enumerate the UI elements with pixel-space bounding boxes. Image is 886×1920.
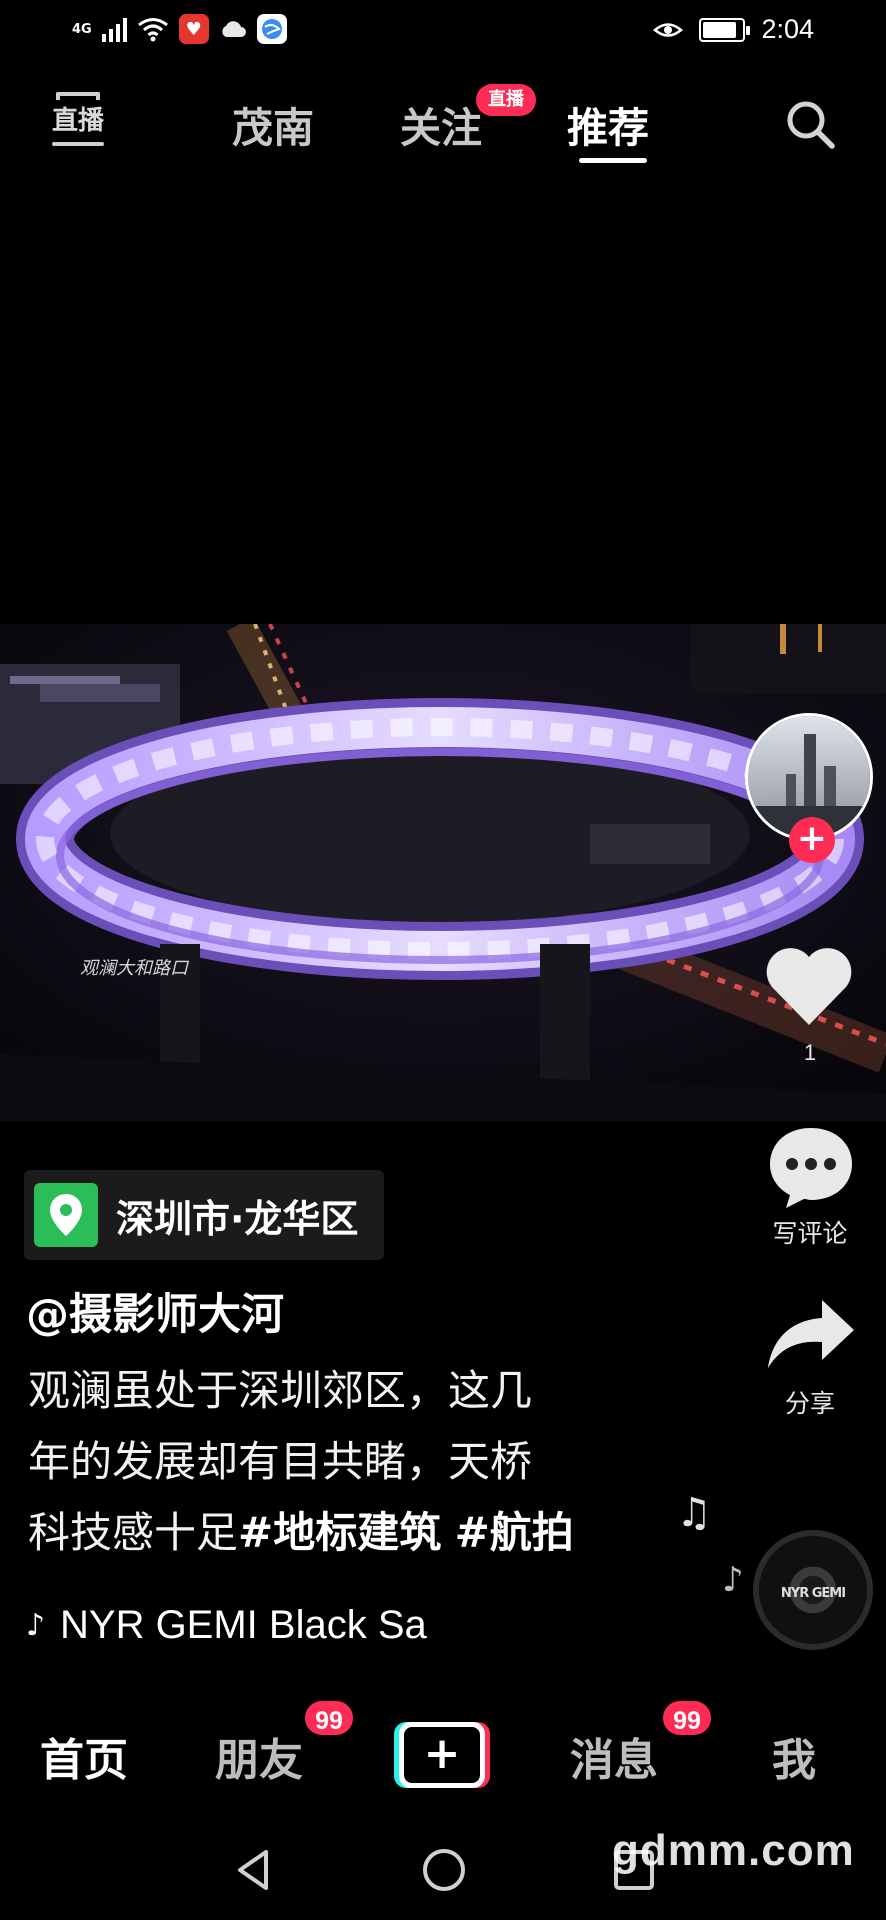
hashtag-link[interactable]: #地标建筑 (238, 1508, 441, 1557)
eye-care-icon (653, 22, 684, 37)
comment-label: 写评论 (772, 1219, 848, 1248)
author-avatar-group[interactable]: + (745, 713, 877, 863)
top-nav: 直播 茂南 关注 直播 推荐 (0, 66, 886, 176)
tab-friends[interactable]: 朋友 (215, 1724, 303, 1788)
author-name[interactable]: @摄影师大河 (26, 1280, 284, 1342)
caption-line-3: 科技感十足#地标建筑 #航拍 (28, 1497, 648, 1568)
app-notification-icon: ♥ (178, 14, 209, 44)
comment-icon[interactable] (764, 1122, 858, 1212)
location-pin-icon (34, 1183, 98, 1247)
video-player[interactable]: 观澜大和路口 (0, 624, 886, 1122)
floating-music-note-icon-small: ♪ (722, 1560, 744, 1600)
cloud-icon (222, 21, 246, 37)
following-live-badge: 直播 (476, 84, 536, 116)
battery-icon (699, 17, 751, 42)
friends-badge: 99 (302, 1698, 356, 1738)
signal-icon (101, 16, 127, 42)
status-right: 2:04 (653, 14, 814, 45)
like-heart-icon[interactable] (764, 945, 854, 1029)
create-button[interactable]: + (394, 1722, 490, 1788)
video-overlay-text: 观澜大和路口 (80, 958, 188, 979)
plus-icon: + (404, 1727, 480, 1783)
share-arrow-icon[interactable] (764, 1296, 858, 1374)
tab-me[interactable]: 我 (772, 1724, 816, 1788)
network-type: 4G (72, 21, 92, 37)
tv-base-icon (52, 142, 104, 146)
music-title: NYR GEMI Black Sa (60, 1602, 427, 1647)
status-left: 4G ♥ (72, 14, 287, 44)
tab-home[interactable]: 首页 (40, 1724, 128, 1788)
bottom-tab-bar: 首页 朋友 99 + 消息 99 我 (0, 1698, 886, 1810)
tv-roof-icon (56, 92, 100, 100)
home-circle-icon[interactable] (416, 1842, 472, 1898)
search-icon[interactable] (782, 96, 838, 152)
clock: 2:04 (761, 14, 814, 44)
location-chip[interactable]: 深圳市·龙华区 (24, 1170, 384, 1260)
caption-line: 年的发展却有目共睹，天桥 (28, 1437, 533, 1486)
tab-messages[interactable]: 消息 (570, 1724, 658, 1788)
video-frame (0, 624, 886, 1122)
tab-local[interactable]: 茂南 (232, 94, 314, 154)
live-button[interactable]: 直播 (50, 92, 106, 150)
hashtag-link[interactable]: #航拍 (455, 1508, 574, 1557)
site-watermark: gdmm.com (612, 1826, 855, 1875)
wifi-icon (137, 18, 168, 42)
music-info[interactable]: ♪ NYR GEMI Black Sa (26, 1598, 466, 1652)
status-bar: 4G ♥ 2:04 (0, 0, 886, 66)
follow-plus-button[interactable]: + (789, 817, 835, 863)
share-label: 分享 (784, 1389, 835, 1418)
active-tab-indicator (579, 158, 647, 163)
music-disc[interactable]: NYR GEMI (753, 1530, 873, 1650)
music-disc-label: NYR GEMI (780, 1586, 846, 1601)
live-label: 直播 (51, 106, 104, 136)
browser-icon (256, 14, 287, 44)
music-note-icon: ♪ (26, 1607, 46, 1643)
messages-badge: 99 (660, 1698, 714, 1738)
location-text: 深圳市·龙华区 (116, 1196, 359, 1241)
caption: 观澜虽处于深圳郊区，这几 年的发展却有目共睹，天桥 科技感十足#地标建筑 #航拍 (28, 1355, 648, 1568)
tab-following[interactable]: 关注 (400, 94, 482, 154)
caption-text: 科技感十足 (28, 1508, 239, 1557)
caption-line: 观澜虽处于深圳郊区，这几 (28, 1366, 533, 1415)
tab-recommended[interactable]: 推荐 (567, 94, 649, 154)
back-triangle-icon[interactable] (226, 1842, 282, 1898)
floating-music-note-icon: ♫ (676, 1490, 712, 1536)
like-count: 1 (803, 1040, 817, 1065)
